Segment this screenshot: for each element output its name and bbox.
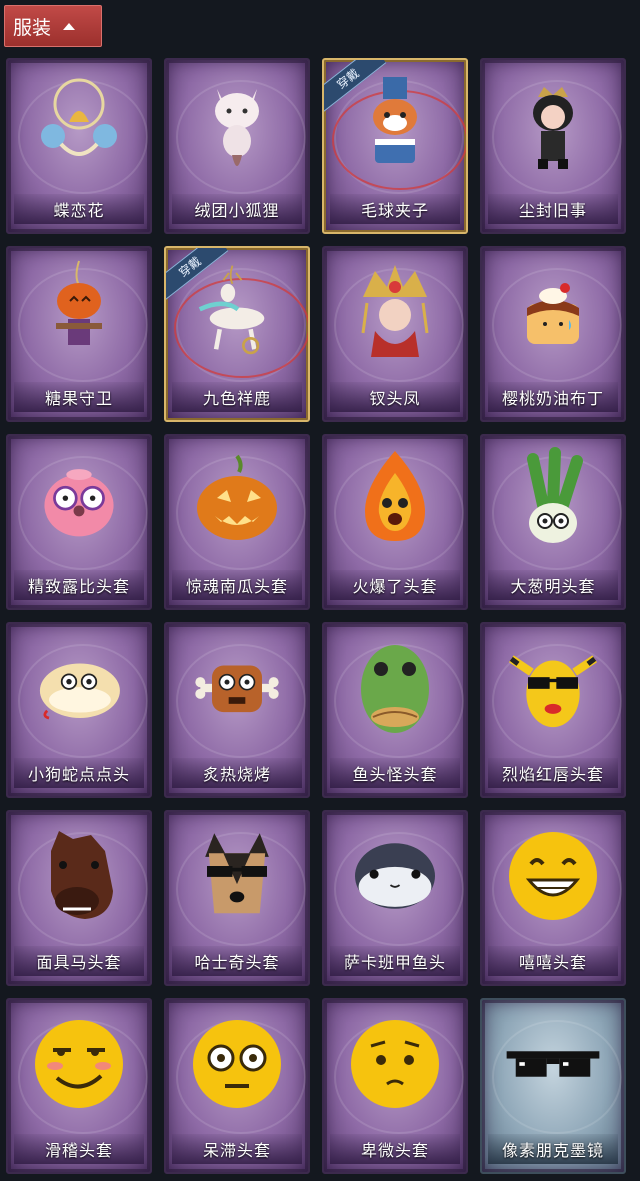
costume-card[interactable]: 穿戴 九色祥鹿 <box>164 246 310 422</box>
fish-head-mask-icon <box>345 638 445 738</box>
costume-name: 炙热烧烤 <box>172 758 302 788</box>
costume-card[interactable]: 穿戴 毛球夹子 <box>322 58 468 234</box>
green-onion-icon <box>503 447 603 550</box>
yellow-mask-sunglasses-icon <box>503 638 603 738</box>
costume-name: 尘封旧事 <box>488 194 618 224</box>
costume-card[interactable]: 面具马头套 <box>6 810 152 986</box>
costume-card[interactable]: 绒团小狐狸 <box>164 58 310 234</box>
costume-name: 呆滞头套 <box>172 1134 302 1164</box>
costume-card[interactable]: 尘封旧事 <box>480 58 626 234</box>
costume-card[interactable]: 火爆了头套 <box>322 434 468 610</box>
deer-pendant-icon <box>187 262 287 362</box>
costume-card[interactable]: 精致露比头套 <box>6 434 152 610</box>
costume-card[interactable]: 钗头凤 <box>322 246 468 422</box>
costume-name: 萨卡班甲鱼头 <box>330 946 460 976</box>
horse-head-icon <box>29 826 129 926</box>
phoenix-crown-icon <box>345 262 445 362</box>
costume-name: 大葱明头套 <box>488 570 618 600</box>
costume-name: 鱼头怪头套 <box>330 758 460 788</box>
costume-card[interactable]: 呆滞头套 <box>164 998 310 1174</box>
costume-name: 绒团小狐狸 <box>172 194 302 224</box>
costume-card[interactable]: 蝶恋花 <box>6 58 152 234</box>
costume-name: 毛球夹子 <box>330 194 460 224</box>
costume-card[interactable]: 小狗蛇点点头 <box>6 622 152 798</box>
costume-name: 钗头凤 <box>330 382 460 412</box>
pumpkin-scarecrow-icon <box>29 260 129 362</box>
costume-name: 烈焰红唇头套 <box>488 758 618 788</box>
costume-name: 面具马头套 <box>14 946 144 976</box>
costume-card[interactable]: 萨卡班甲鱼头 <box>322 810 468 986</box>
costume-name: 糖果守卫 <box>14 382 144 412</box>
smirk-emoji-icon <box>29 1014 129 1114</box>
category-tab-label: 服装 <box>13 16 52 39</box>
meek-emoji-icon <box>345 1014 445 1114</box>
crowned-doll-icon <box>503 74 603 174</box>
red-panda-drum-icon <box>345 74 445 174</box>
costume-card[interactable]: 樱桃奶油布丁 <box>480 246 626 422</box>
dazed-emoji-icon <box>187 1014 287 1114</box>
costume-card[interactable]: 嘻嘻头套 <box>480 810 626 986</box>
pudding-icon <box>503 262 603 362</box>
costume-card[interactable]: 鱼头怪头套 <box>322 622 468 798</box>
ornament-bell-icon <box>29 74 129 174</box>
costume-grid: 蝶恋花 绒团小狐狸 穿戴 毛球夹子 尘封旧事糖果守卫 穿戴 九色祥鹿 钗头凤 樱桃奶油布丁精致露… <box>6 58 634 1178</box>
meat-bone-icon <box>187 638 287 738</box>
fire-spirit-icon <box>345 450 445 550</box>
costume-name: 像素朋克墨镜 <box>488 1134 618 1164</box>
husky-sunglasses-icon <box>187 826 287 926</box>
pixel-sunglasses-icon <box>503 1014 603 1114</box>
costume-card[interactable]: 哈士奇头套 <box>164 810 310 986</box>
costume-name: 精致露比头套 <box>14 570 144 600</box>
costume-name: 滑稽头套 <box>14 1134 144 1164</box>
costume-name: 九色祥鹿 <box>172 382 302 412</box>
costume-card[interactable]: 炙热烧烤 <box>164 622 310 798</box>
sacabambaspis-icon <box>345 826 445 926</box>
costume-card[interactable]: 滑稽头套 <box>6 998 152 1174</box>
costume-name: 火爆了头套 <box>330 570 460 600</box>
costume-name: 卑微头套 <box>330 1134 460 1164</box>
costume-name: 嘻嘻头套 <box>488 946 618 976</box>
fox-plush-icon <box>187 74 287 174</box>
costume-card[interactable]: 像素朋克墨镜 <box>480 998 626 1174</box>
costume-card[interactable]: 糖果守卫 <box>6 246 152 422</box>
costume-name: 樱桃奶油布丁 <box>488 382 618 412</box>
costume-card[interactable]: 烈焰红唇头套 <box>480 622 626 798</box>
category-tab-costume[interactable]: 服装 <box>4 5 102 47</box>
jack-o-lantern-icon <box>187 450 287 550</box>
costume-card[interactable]: 大葱明头套 <box>480 434 626 610</box>
grin-emoji-icon <box>503 826 603 926</box>
costume-card[interactable]: 惊魂南瓜头套 <box>164 434 310 610</box>
costume-name: 蝶恋花 <box>14 194 144 224</box>
pink-beaver-mask-icon <box>29 450 129 550</box>
costume-card[interactable]: 卑微头套 <box>322 998 468 1174</box>
costume-name: 惊魂南瓜头套 <box>172 570 302 600</box>
costume-name: 小狗蛇点点头 <box>14 758 144 788</box>
costume-name: 哈士奇头套 <box>172 946 302 976</box>
snake-dog-icon <box>29 638 129 738</box>
chevron-up-icon <box>63 22 76 30</box>
